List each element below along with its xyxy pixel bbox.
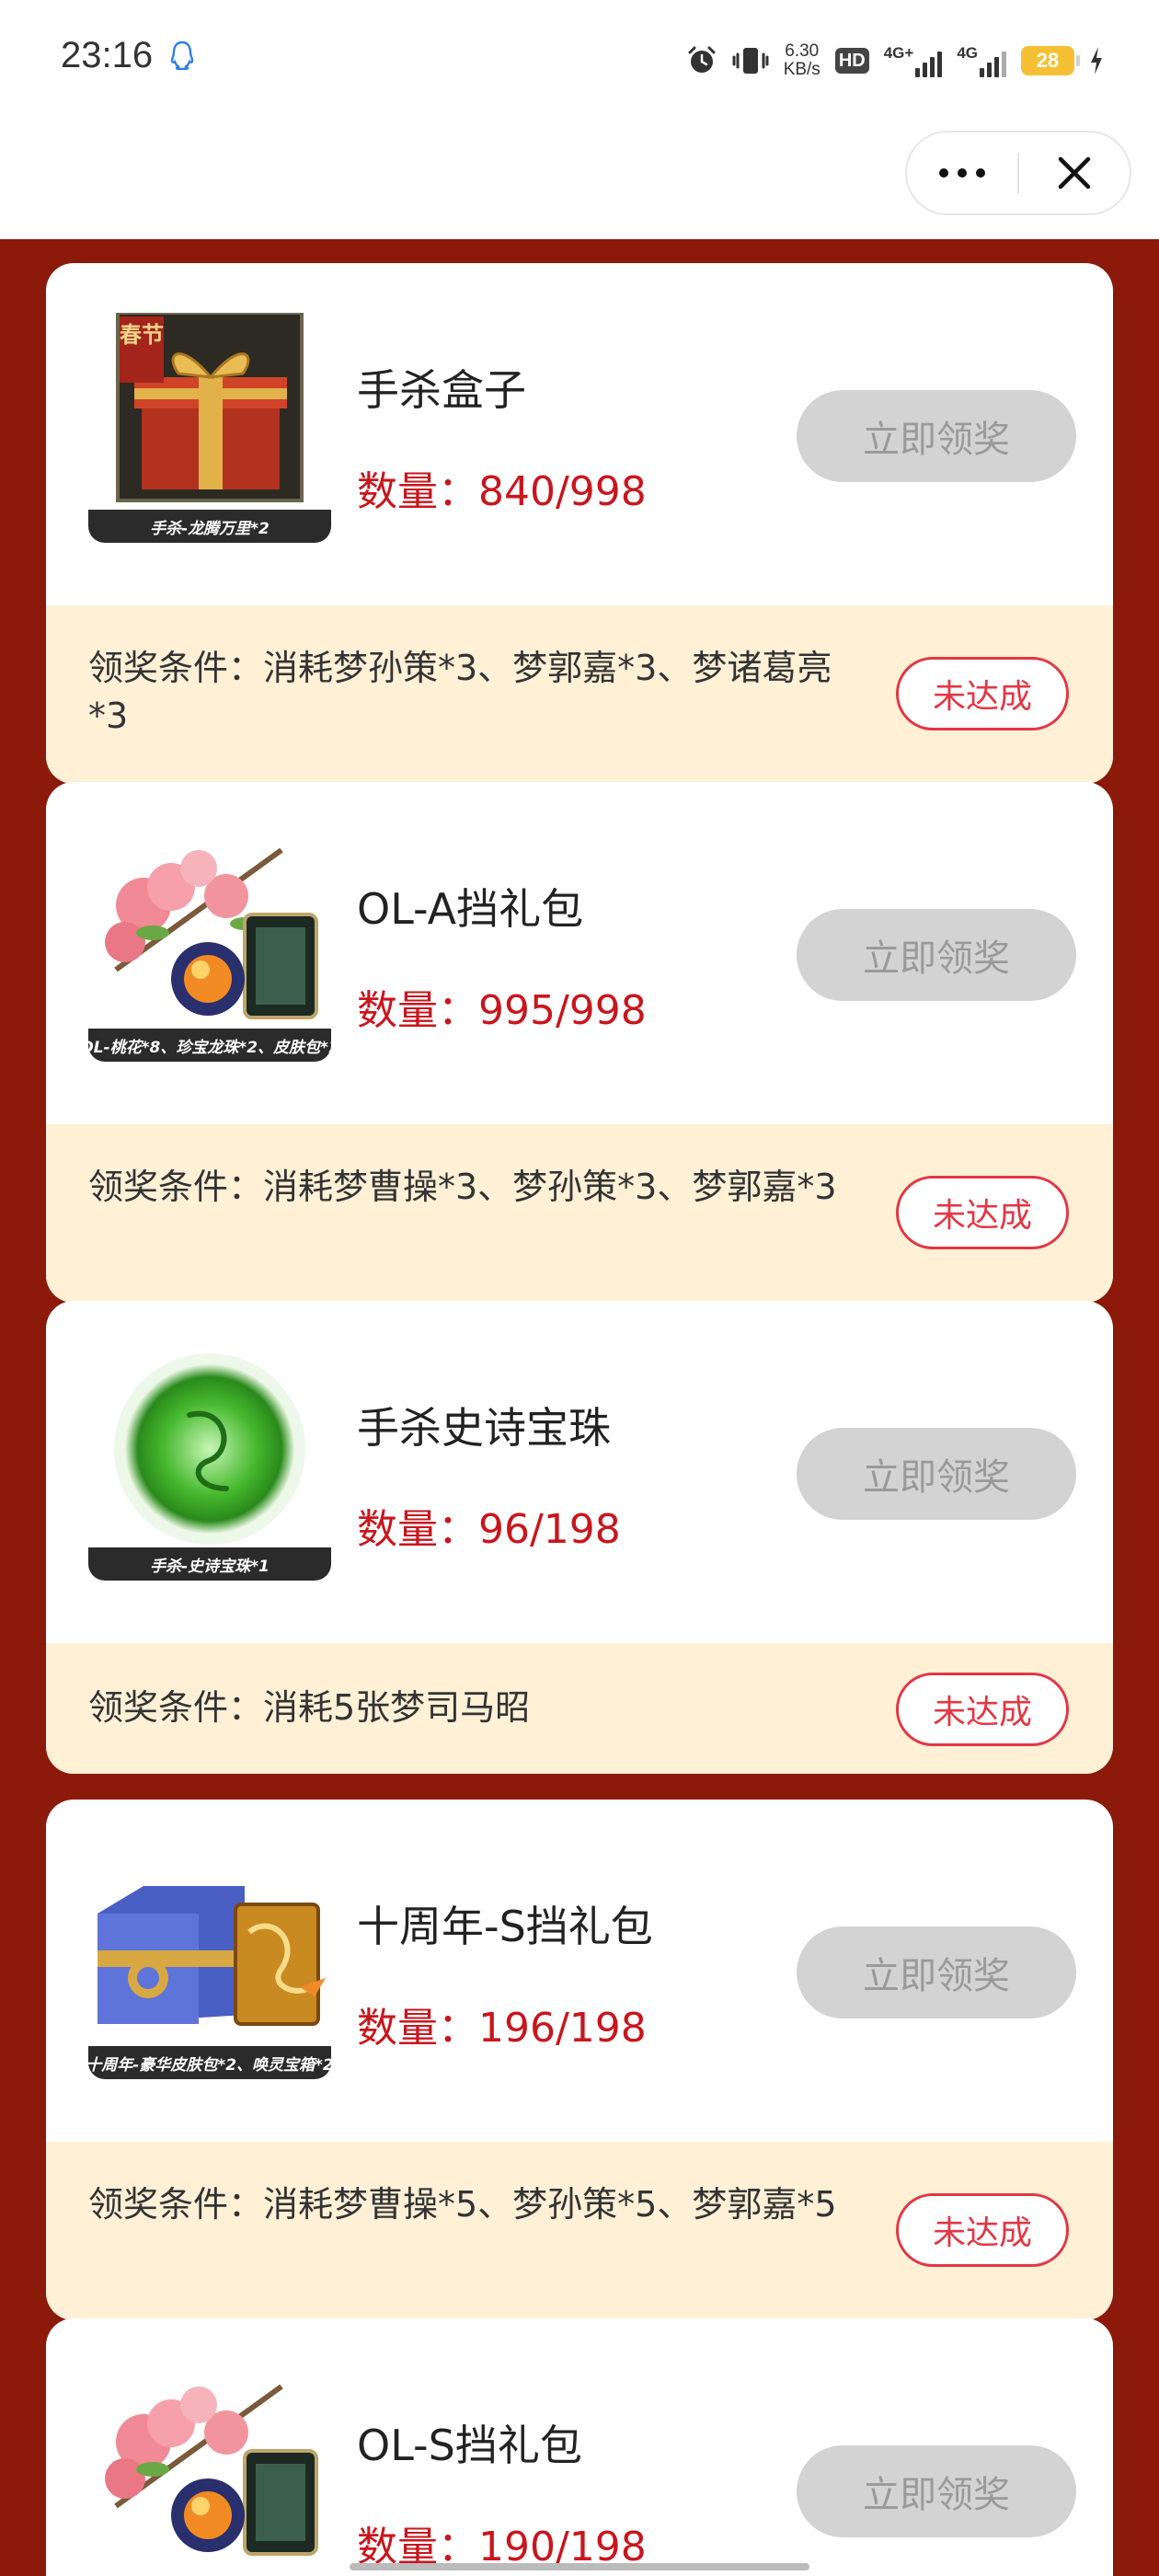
claim-reward-button[interactable]: 立即领奖 <box>797 909 1076 1001</box>
claim-reward-button[interactable]: 立即领奖 <box>797 1926 1076 2018</box>
gift-box-icon: 春节 <box>116 313 304 502</box>
thumb-caption: OL-桃花*8、珍宝龙珠*2、皮肤包*1 <box>88 1029 331 1062</box>
more-icon <box>939 168 985 178</box>
status-badge: 未达成 <box>896 2193 1069 2267</box>
reward-card: 十周年-豪华皮肤包*2、唤灵宝箱*2 十周年-S挡礼包 数量：196/198 立… <box>46 1800 1113 2320</box>
item-quantity: 数量：196/198 <box>357 2005 647 2052</box>
green-orb-icon <box>114 1353 305 1545</box>
battery-level: 28 <box>1036 49 1060 72</box>
item-name: OL-A挡礼包 <box>357 884 584 934</box>
close-button[interactable] <box>1019 132 1130 213</box>
reward-thumbnail <box>88 2368 331 2576</box>
charging-icon <box>1091 47 1102 75</box>
status-icons: 6.30 KB/s HD 4G+ 4G 28 <box>686 37 1104 85</box>
item-name: 手杀盒子 <box>357 365 526 415</box>
peach-blossom-pack-icon <box>105 847 318 1019</box>
reward-condition-bar: 领奖条件：消耗5张梦司马昭 未达成 <box>46 1643 1113 1774</box>
thumb-caption: 十周年-豪华皮肤包*2、唤灵宝箱*2 <box>88 2046 331 2079</box>
reward-condition-text: 领奖条件：消耗梦孙策*3、梦郭嘉*3、梦诸葛亮*3 <box>88 648 832 736</box>
reward-condition-text: 领奖条件：消耗梦曹操*3、梦孙策*3、梦郭嘉*3 <box>88 1167 837 1207</box>
network-speed-value: 6.30 <box>785 41 820 61</box>
qq-notification-icon <box>170 40 194 70</box>
vibrate-icon <box>732 48 769 74</box>
reward-condition-bar: 领奖条件：消耗梦孙策*3、梦郭嘉*3、梦诸葛亮*3 未达成 <box>46 605 1113 784</box>
reward-list: 春节 手杀-龙腾万里*2 手杀盒子 数量：840/998 立即领奖 领奖条件：消… <box>0 239 1159 2576</box>
reward-condition-bar: 领奖条件：消耗梦曹操*3、梦孙策*3、梦郭嘉*3 未达成 <box>46 1124 1113 1303</box>
reward-card: 春节 手杀-龙腾万里*2 手杀盒子 数量：840/998 立即领奖 领奖条件：消… <box>46 263 1113 784</box>
item-quantity: 数量：96/198 <box>357 1506 621 1553</box>
reward-card-main: 十周年-豪华皮肤包*2、唤灵宝箱*2 十周年-S挡礼包 数量：196/198 立… <box>46 1800 1113 2142</box>
item-name: 十周年-S挡礼包 <box>357 1902 653 1951</box>
signal-icon: 4G <box>957 45 1006 77</box>
reward-card: OL-S挡礼包 数量：190/198 立即领奖 <box>46 2318 1113 2576</box>
reward-card: 手杀-史诗宝珠*1 手杀史诗宝珠 数量：96/198 立即领奖 领奖条件：消耗5… <box>46 1301 1113 1774</box>
network-speed: 6.30 KB/s <box>784 42 820 79</box>
sim1-network-label: 4G+ <box>883 43 914 62</box>
reward-card-main: 春节 手杀-龙腾万里*2 手杀盒子 数量：840/998 立即领奖 <box>46 263 1113 605</box>
battery-icon: 28 <box>1021 46 1080 75</box>
alarm-icon <box>688 46 716 73</box>
signal-icon: 4G+ <box>884 45 943 77</box>
close-icon <box>1058 156 1091 190</box>
reward-card-main: OL-S挡礼包 数量：190/198 立即领奖 <box>46 2318 1113 2576</box>
status-badge: 未达成 <box>896 1673 1069 1746</box>
mini-program-capsule <box>905 131 1131 215</box>
claim-reward-button[interactable]: 立即领奖 <box>797 390 1076 482</box>
reward-card: OL-桃花*8、珍宝龙珠*2、皮肤包*1 OL-A挡礼包 数量：995/998 … <box>46 782 1113 1303</box>
item-quantity: 数量：995/998 <box>357 987 647 1034</box>
home-indicator[interactable] <box>350 2563 809 2570</box>
hd-icon: HD <box>834 48 869 74</box>
status-badge: 未达成 <box>896 1176 1069 1249</box>
claim-reward-button[interactable]: 立即领奖 <box>797 1428 1076 1520</box>
status-badge: 未达成 <box>896 657 1069 730</box>
more-button[interactable] <box>907 132 1017 213</box>
reward-condition-text: 领奖条件：消耗5张梦司马昭 <box>88 1687 531 1728</box>
status-bar: 23:16 6.30 KB/s HD 4G+ 4G 28 <box>0 0 1159 121</box>
reward-condition-bar: 领奖条件：消耗梦曹操*5、梦孙策*5、梦郭嘉*5 未达成 <box>46 2142 1113 2320</box>
reward-thumbnail: 手杀-史诗宝珠*1 <box>88 1351 331 1581</box>
status-time: 23:16 <box>61 35 154 75</box>
item-quantity: 数量：840/998 <box>357 468 647 515</box>
reward-thumbnail: OL-桃花*8、珍宝龙珠*2、皮肤包*1 <box>88 832 331 1062</box>
thumb-badge-text: 春节 <box>120 322 164 348</box>
claim-reward-button[interactable]: 立即领奖 <box>797 2445 1076 2537</box>
reward-thumbnail: 春节 手杀-龙腾万里*2 <box>88 313 331 543</box>
item-name: 手杀史诗宝珠 <box>357 1403 611 1453</box>
thumb-caption: 手杀-史诗宝珠*1 <box>88 1547 331 1581</box>
reward-thumbnail: 十周年-豪华皮肤包*2、唤灵宝箱*2 <box>88 1849 331 2079</box>
network-speed-unit: KB/s <box>783 60 820 79</box>
item-name: OL-S挡礼包 <box>357 2421 582 2470</box>
peach-blossom-pack-icon <box>105 2384 318 2556</box>
reward-card-main: OL-桃花*8、珍宝龙珠*2、皮肤包*1 OL-A挡礼包 数量：995/998 … <box>46 782 1113 1124</box>
reward-condition-text: 领奖条件：消耗梦曹操*5、梦孙策*5、梦郭嘉*5 <box>88 2184 837 2225</box>
reward-card-main: 手杀-史诗宝珠*1 手杀史诗宝珠 数量：96/198 立即领奖 <box>46 1301 1113 1643</box>
sim2-network-label: 4G <box>957 43 978 62</box>
treasure-chest-icon <box>98 1886 326 2026</box>
thumb-caption: 手杀-龙腾万里*2 <box>88 510 331 543</box>
